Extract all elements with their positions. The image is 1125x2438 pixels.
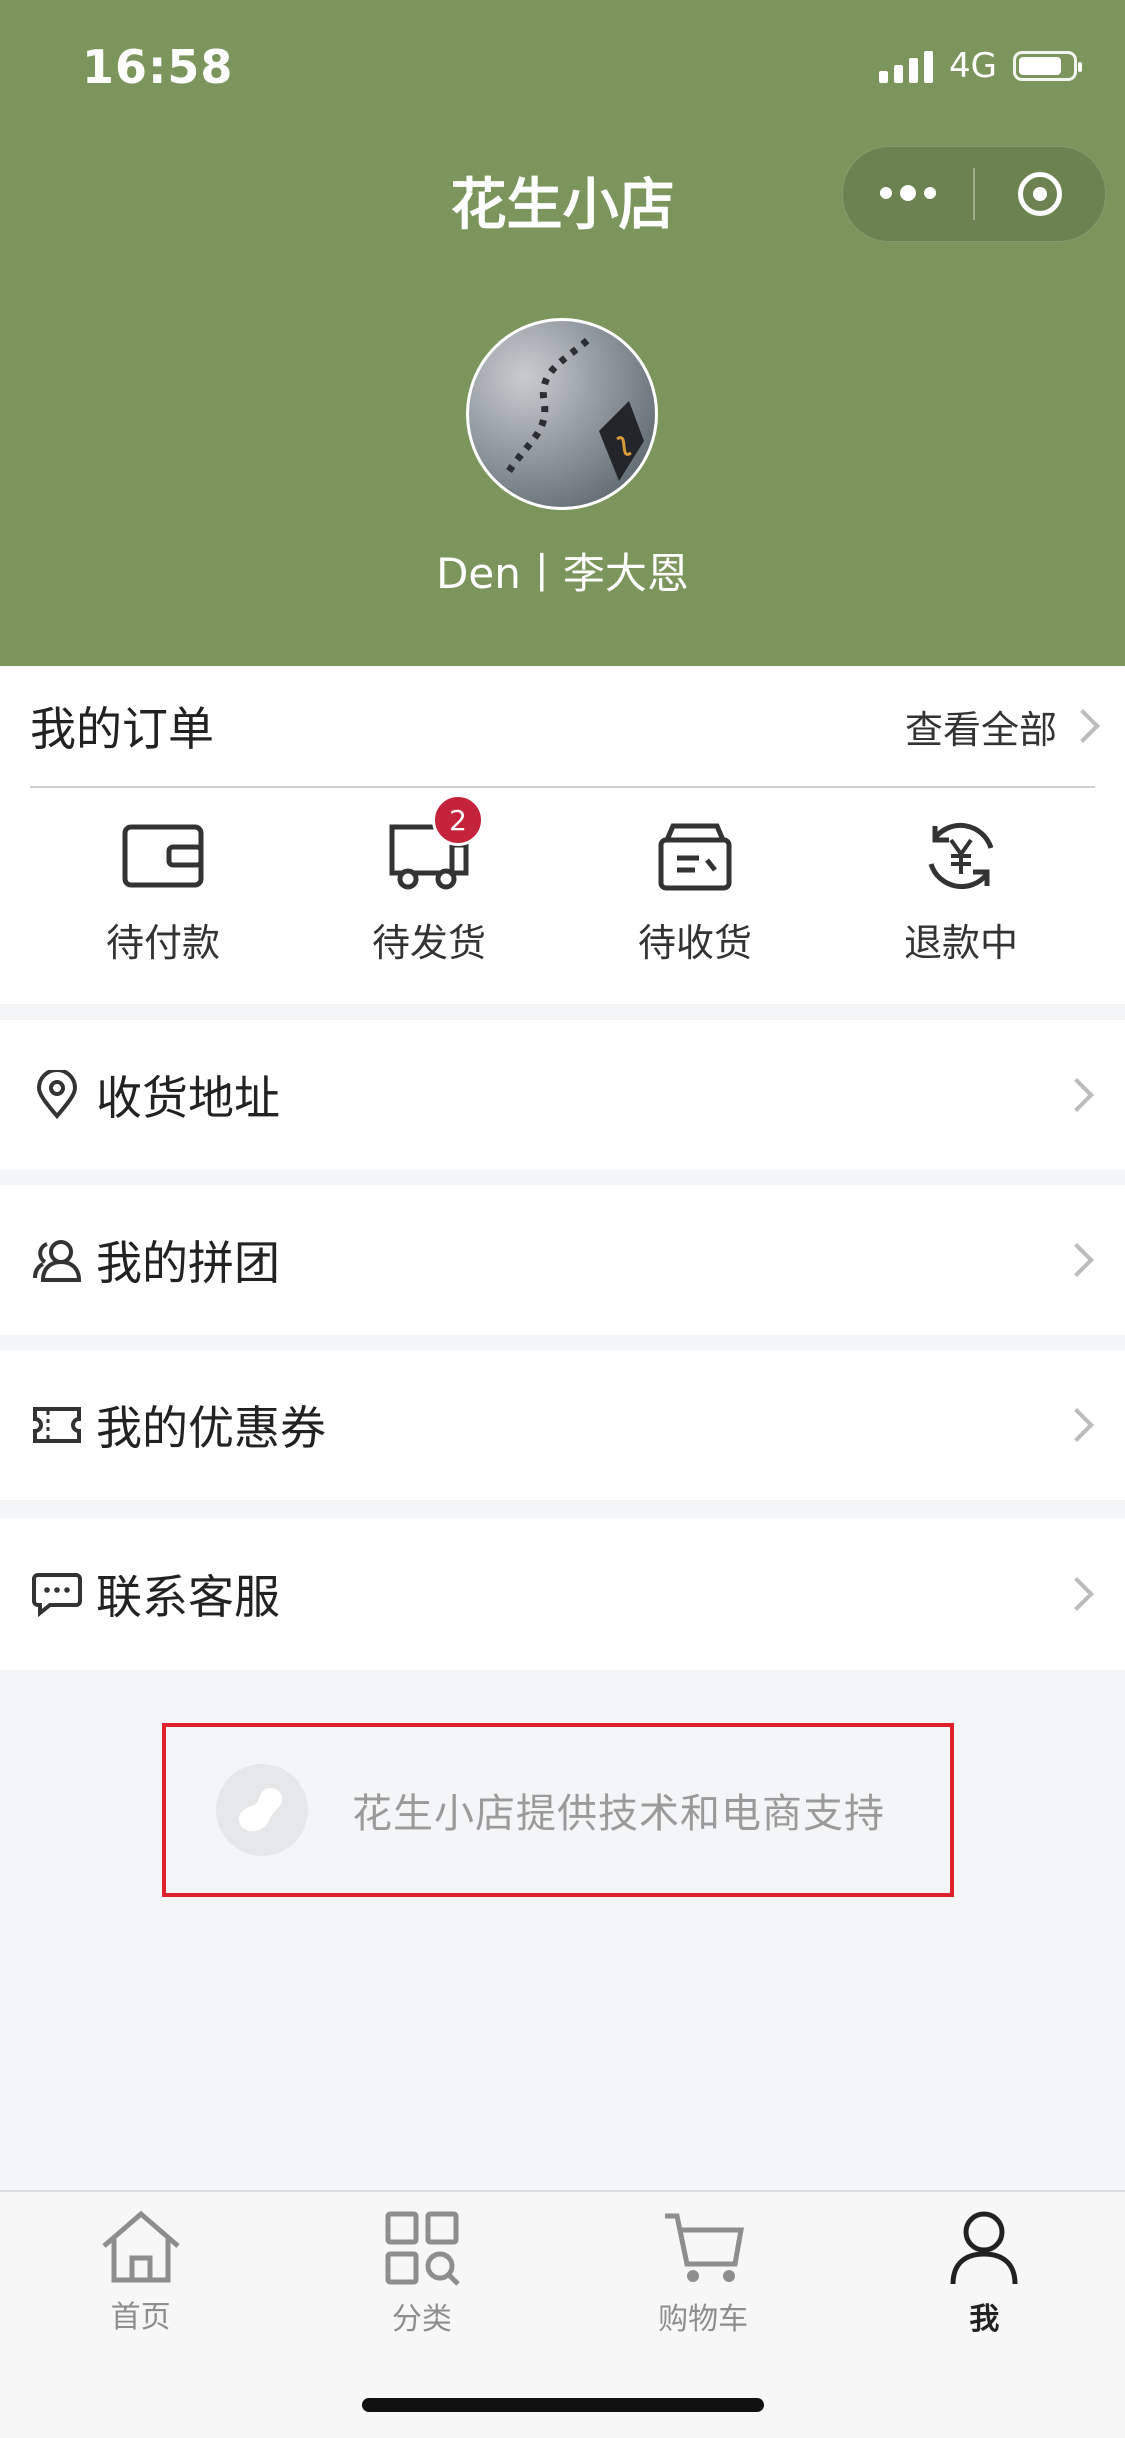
home-indicator (362, 2398, 764, 2412)
more-icon[interactable] (843, 185, 973, 201)
order-count-badge: 2 (432, 794, 484, 846)
network-type: 4G (949, 46, 997, 86)
my-orders-section: 我的订单 查看全部 待付款 2 待发货 待收货 退款中 (0, 666, 1125, 1004)
support-text: 花生小店提供技术和电商支持 (352, 1791, 885, 1837)
coupon-icon (32, 1400, 82, 1450)
tab-label: 首页 (110, 2300, 171, 2335)
chevron-right-icon (1060, 1577, 1094, 1611)
menu-item-group-buy[interactable]: 我的拼团 (0, 1185, 1125, 1335)
tech-support-note: 花生小店提供技术和电商支持 (162, 1723, 954, 1897)
battery-icon (1013, 51, 1082, 81)
order-status-label: 待收货 (637, 921, 752, 965)
tab-label: 分类 (391, 2302, 452, 2337)
orders-title: 我的订单 (30, 702, 214, 756)
refund-icon (916, 816, 1006, 896)
status-indicators: 4G (879, 46, 1082, 86)
target-icon (1018, 172, 1062, 216)
footprints-photo (506, 336, 644, 481)
menu-item-label: 收货地址 (96, 1071, 280, 1125)
status-time: 16:58 (82, 40, 234, 94)
menu-item-customer-service[interactable]: 联系客服 (0, 1518, 1125, 1670)
tab-label: 我 (969, 2302, 1000, 2337)
user-name: Den丨李大恩 (436, 549, 689, 598)
peanut-logo-icon (216, 1764, 308, 1856)
order-status-label: 退款中 (903, 921, 1018, 965)
order-status-row: 待付款 2 待发货 待收货 退款中 (0, 794, 1125, 967)
user-icon (950, 2211, 1018, 2285)
order-status-label: 待发货 (371, 921, 486, 965)
menu-item-coupons[interactable]: 我的优惠券 (0, 1350, 1125, 1500)
menu-item-address[interactable]: 收货地址 (0, 1020, 1125, 1170)
tab-label: 购物车 (658, 2302, 749, 2337)
menu-item-label: 我的拼团 (96, 1236, 280, 1290)
order-status-label: 待付款 (105, 921, 220, 965)
order-pending-payment[interactable]: 待付款 (30, 816, 296, 967)
chevron-right-icon (1060, 1408, 1094, 1442)
location-pin-icon (32, 1070, 82, 1120)
menu-item-label: 我的优惠券 (96, 1401, 326, 1455)
menu-item-label: 联系客服 (96, 1570, 280, 1624)
avatar[interactable] (466, 318, 658, 510)
chevron-right-icon (1060, 1078, 1094, 1112)
tab-category[interactable]: 分类 (281, 2192, 562, 2362)
truck-icon: 2 (384, 794, 484, 896)
view-all-label: 查看全部 (904, 707, 1057, 752)
tab-cart[interactable]: 购物车 (563, 2192, 844, 2362)
signal-icon (879, 49, 934, 83)
view-all-orders-link[interactable]: 查看全部 (904, 699, 1100, 754)
home-icon (101, 2210, 180, 2283)
chevron-right-icon (1060, 1243, 1094, 1277)
orders-header: 我的订单 查看全部 (30, 666, 1100, 788)
order-pending-shipment[interactable]: 2 待发货 (296, 794, 562, 967)
tab-home[interactable]: 首页 (0, 2192, 281, 2362)
tab-me[interactable]: 我 (844, 2192, 1125, 2362)
chevron-right-icon (1066, 709, 1100, 743)
cart-icon (665, 2213, 745, 2282)
wallet-icon (118, 816, 208, 896)
category-icon (385, 2211, 460, 2286)
order-pending-receipt[interactable]: 待收货 (562, 816, 828, 967)
miniprogram-capsule (842, 146, 1106, 242)
package-icon (650, 816, 740, 896)
group-icon (32, 1235, 82, 1285)
chat-icon (32, 1569, 82, 1619)
close-miniprogram-button[interactable] (975, 172, 1105, 216)
profile-header: 16:58 4G 花生小店 Den丨李大恩 (0, 0, 1125, 666)
order-refunding[interactable]: 退款中 (828, 816, 1094, 967)
bottom-tab-bar: 首页 分类 购物车 我 (0, 2190, 1125, 2438)
